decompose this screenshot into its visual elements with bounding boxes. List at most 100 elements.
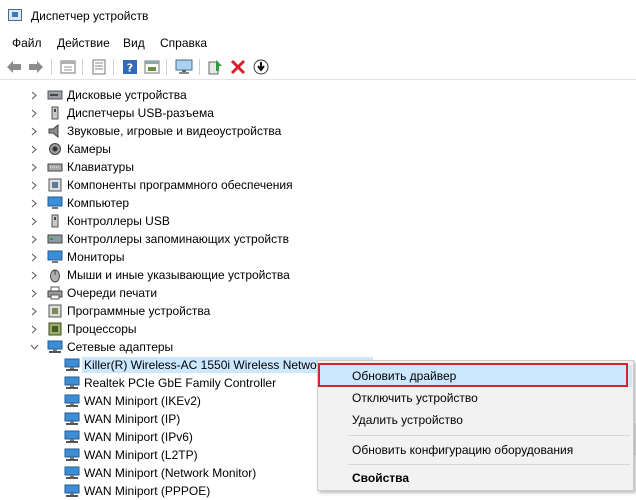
tree-category-computer[interactable]: Компьютер xyxy=(29,194,129,212)
monitor-icon[interactable] xyxy=(175,58,193,76)
chevron-right-icon[interactable] xyxy=(29,158,39,176)
tree-category-print-queues[interactable]: Очереди печати xyxy=(29,284,157,302)
chevron-right-icon[interactable] xyxy=(29,176,39,194)
network-adapter-icon xyxy=(64,465,80,481)
monitor-icon xyxy=(47,249,63,265)
tree-device-wan-network-monitor[interactable]: WAN Miniport (Network Monitor) xyxy=(64,464,256,482)
network-adapter-icon xyxy=(64,357,80,373)
tree-device-wan-ipv6[interactable]: WAN Miniport (IPv6) xyxy=(64,428,193,446)
computer-icon xyxy=(47,195,63,211)
tree-device-wan-ikev2[interactable]: WAN Miniport (IKEv2) xyxy=(64,392,201,410)
title-bar: Диспетчер устройств xyxy=(0,0,636,32)
tree-category-software-components[interactable]: Компоненты программного обеспечения xyxy=(29,176,293,194)
tree-category-software-devices[interactable]: Программные устройства xyxy=(29,302,210,320)
speaker-icon xyxy=(47,123,63,139)
toolbar-separator xyxy=(113,59,114,75)
tree-device-label: WAN Miniport (IP) xyxy=(84,412,181,426)
uninstall-x-icon[interactable] xyxy=(229,58,247,76)
tree-category-label: Диспетчеры USB-разъема xyxy=(67,106,214,120)
tree-device-realtek[interactable]: Realtek PCIe GbE Family Controller xyxy=(64,374,276,392)
tree-category-usb-connector-managers[interactable]: Диспетчеры USB-разъема xyxy=(29,104,214,122)
keyboard-icon xyxy=(47,159,63,175)
tree-device-label: WAN Miniport (L2TP) xyxy=(84,448,198,462)
network-adapter-icon xyxy=(64,375,80,391)
tree-device-label: WAN Miniport (IKEv2) xyxy=(84,394,201,408)
tree-device-wan-l2tp[interactable]: WAN Miniport (L2TP) xyxy=(64,446,198,464)
menu-help[interactable]: Справка xyxy=(160,36,207,50)
context-menu-scan-hardware[interactable]: Обновить конфигурацию оборудования xyxy=(319,439,632,461)
tree-category-label: Компоненты программного обеспечения xyxy=(67,178,293,192)
tree-category-keyboards[interactable]: Клавиатуры xyxy=(29,158,134,176)
toolbar-separator xyxy=(82,59,83,75)
menu-view[interactable]: Вид xyxy=(123,36,145,50)
chevron-right-icon[interactable] xyxy=(29,230,39,248)
menu-bar: Файл Действие Вид Справка xyxy=(0,33,636,53)
properties-sheet-icon[interactable] xyxy=(59,58,77,76)
tree-category-label: Очереди печати xyxy=(67,286,158,300)
tree-category-cameras[interactable]: Камеры xyxy=(29,140,111,158)
chevron-right-icon[interactable] xyxy=(29,140,39,158)
console-icon[interactable] xyxy=(143,58,161,76)
tree-category-label: Контроллеры USB xyxy=(67,214,170,228)
help-icon[interactable]: ? xyxy=(121,58,139,76)
tree-category-label: Мыши и иные указывающие устройства xyxy=(67,268,290,282)
update-driver-icon[interactable] xyxy=(206,58,224,76)
highlight-annotation-box xyxy=(318,363,628,387)
tree-device-wan-pppoe[interactable]: WAN Miniport (PPPOE) xyxy=(64,482,210,500)
software-component-icon xyxy=(47,177,63,193)
chevron-right-icon[interactable] xyxy=(29,302,39,320)
tree-category-label: Клавиатуры xyxy=(67,160,134,174)
tree-category-label: Процессоры xyxy=(67,322,137,336)
context-menu-disable-device[interactable]: Отключить устройство xyxy=(319,387,632,409)
network-adapter-icon xyxy=(64,429,80,445)
chevron-right-icon[interactable] xyxy=(29,122,39,140)
disk-drive-icon xyxy=(47,87,63,103)
tree-category-label: Камеры xyxy=(67,142,111,156)
tree-device-wan-ip[interactable]: WAN Miniport (IP) xyxy=(64,410,180,428)
tree-category-label: Дисковые устройства xyxy=(67,88,187,102)
device-list-icon[interactable] xyxy=(90,58,108,76)
context-menu-label: Свойства xyxy=(352,471,410,485)
tree-category-mice[interactable]: Мыши и иные указывающие устройства xyxy=(29,266,290,284)
tree-category-network-adapters[interactable]: Сетевые адаптеры xyxy=(29,338,173,356)
chevron-right-icon[interactable] xyxy=(29,284,39,302)
tree-category-label: Сетевые адаптеры xyxy=(67,340,174,354)
back-arrow-icon[interactable] xyxy=(5,58,23,76)
tree-category-processors[interactable]: Процессоры xyxy=(29,320,137,338)
software-device-icon xyxy=(47,303,63,319)
tree-category-disk-drives[interactable]: Дисковые устройства xyxy=(29,86,187,104)
context-menu-separator xyxy=(348,435,630,436)
tree-category-sound-video[interactable]: Звуковые, игровые и видеоустройства xyxy=(29,122,281,140)
chevron-right-icon[interactable] xyxy=(29,248,39,266)
chevron-right-icon[interactable] xyxy=(29,194,39,212)
usb-connector-icon xyxy=(47,105,63,121)
network-adapter-icon xyxy=(64,411,80,427)
chevron-right-icon[interactable] xyxy=(29,212,39,230)
network-adapter-icon xyxy=(47,339,63,355)
storage-controller-icon xyxy=(47,231,63,247)
forward-arrow-icon[interactable] xyxy=(27,58,45,76)
usb-controller-icon xyxy=(47,213,63,229)
tree-device-label: Realtek PCIe GbE Family Controller xyxy=(84,376,277,390)
chevron-right-icon[interactable] xyxy=(29,86,39,104)
context-menu-label: Удалить устройство xyxy=(352,413,463,427)
download-icon[interactable] xyxy=(252,58,270,76)
context-menu-properties[interactable]: Свойства xyxy=(319,467,632,489)
toolbar-separator xyxy=(51,59,52,75)
camera-icon xyxy=(47,141,63,157)
tree-category-label: Контроллеры запоминающих устройств xyxy=(67,232,289,246)
svg-text:?: ? xyxy=(127,62,133,75)
chevron-right-icon[interactable] xyxy=(29,320,39,338)
context-menu-separator xyxy=(348,464,630,465)
tree-category-usb-controllers[interactable]: Контроллеры USB xyxy=(29,212,170,230)
tree-device-label: WAN Miniport (Network Monitor) xyxy=(84,466,257,480)
chevron-right-icon[interactable] xyxy=(29,104,39,122)
menu-file[interactable]: Файл xyxy=(12,36,42,50)
context-menu-uninstall-device[interactable]: Удалить устройство xyxy=(319,409,632,431)
menu-action[interactable]: Действие xyxy=(57,36,110,50)
toolbar: ? xyxy=(0,55,636,80)
chevron-right-icon[interactable] xyxy=(29,266,39,284)
tree-category-storage-controllers[interactable]: Контроллеры запоминающих устройств xyxy=(29,230,289,248)
chevron-down-icon[interactable] xyxy=(29,338,39,356)
tree-category-monitors[interactable]: Мониторы xyxy=(29,248,124,266)
